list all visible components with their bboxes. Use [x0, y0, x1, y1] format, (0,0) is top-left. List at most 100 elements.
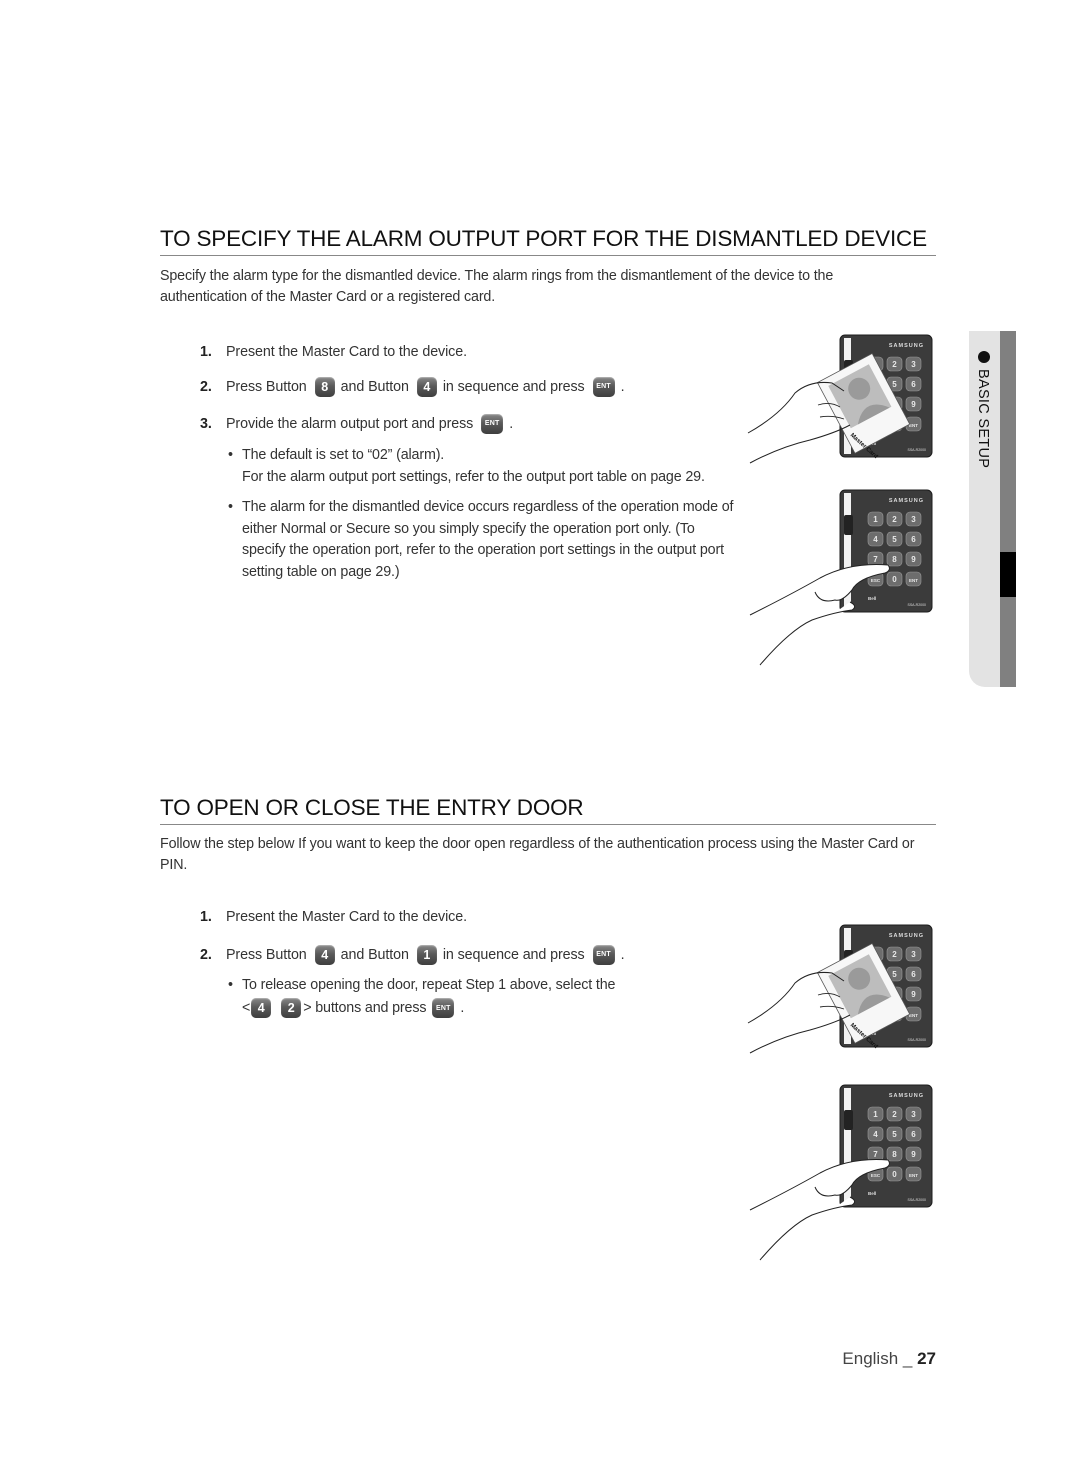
page-number: 27: [917, 1349, 936, 1368]
keypad-key-label: 8: [892, 555, 897, 564]
step-text: in sequence and press: [442, 947, 585, 963]
keypad-key-label: 1: [873, 515, 878, 524]
step-number: 3.: [200, 416, 212, 432]
side-tab-position-marker: [1000, 552, 1016, 597]
note-text: For the alarm output port settings, refe…: [242, 468, 705, 485]
keypad-key-label: ENT: [909, 578, 918, 583]
note-dismantled-alarm: • The alarm for the dismantled device oc…: [228, 497, 738, 583]
step-3: 3. Provide the alarm output port and pre…: [200, 413, 517, 435]
key-ent-icon: ENT: [432, 998, 455, 1019]
bullet-dot-icon: [978, 351, 990, 363]
footer-language: English _: [842, 1349, 918, 1368]
step-text: Present the Master Card to the device.: [226, 909, 467, 925]
keypad-key-label: 4: [873, 535, 878, 544]
key-ent-icon: ENT: [592, 945, 615, 965]
bullet-icon: •: [228, 447, 233, 463]
note-text: The default is set to “02” (alarm).: [242, 447, 445, 463]
step-2: 2. Press Button 8 and Button 4 in sequen…: [200, 376, 628, 398]
key-1-icon: 1: [416, 945, 437, 965]
note-text: .: [460, 999, 465, 1016]
keypad-key-label: ENT: [909, 423, 918, 428]
brand-logo: SAMSUNG: [889, 933, 924, 939]
key-8-icon: 8: [314, 377, 335, 397]
keypad-key-label: 0: [892, 1170, 897, 1179]
keypad-key-label: 5: [892, 535, 897, 544]
keypad-key-label: 2: [892, 515, 897, 524]
keypad-key-label: 9: [911, 555, 916, 564]
section-title-entry-door: TO OPEN OR CLOSE THE ENTRY DOOR: [160, 795, 936, 825]
step-text: Press Button: [226, 379, 307, 395]
keypad-key-label: 0: [892, 575, 897, 584]
side-tab-label: BASIC SETUP: [975, 369, 991, 469]
device-sensor: [844, 1110, 853, 1130]
brand-logo: SAMSUNG: [889, 343, 924, 349]
section-intro-entry-door: Follow the step below If you want to kee…: [160, 836, 915, 873]
keypad-key-label: 7: [873, 1150, 878, 1159]
step-text: Present the Master Card to the device.: [226, 344, 467, 360]
keypad-key-label: ESC: [871, 1173, 881, 1178]
illustration-press-key-2: SAMSUNG 1 2 3 4 5 6 7 8 9 ESC 0 ENT Bell SSA-R2000: [749, 1084, 933, 1261]
bullet-icon: •: [228, 499, 233, 515]
illustration-present-card-1: SAMSUNG123456789ESC0ENTBellSSA-R2000Mast…: [747, 334, 933, 464]
keypad-key-label: 5: [892, 970, 897, 979]
keypad-key-label: 9: [911, 400, 916, 409]
device-group: SAMSUNG 1 2 3 4 5 6 7 8 9 ESC 0 ENT Bell SSA-R2000: [749, 489, 933, 666]
illustration-present-card-2: SAMSUNG123456789ESC0ENTBellSSA-R2000Mast…: [747, 924, 933, 1054]
note-release-door: • To release opening the door, repeat St…: [228, 975, 708, 1019]
keypad-key-label: 3: [911, 950, 916, 959]
model-label: SSA-R2000: [908, 603, 927, 607]
section-intro-alarm-output: Specify the alarm type for the dismantle…: [160, 268, 834, 305]
model-label: SSA-R2000: [908, 1038, 927, 1042]
step-text: Provide the alarm output port and press: [226, 416, 474, 432]
keypad-key-label: 3: [911, 360, 916, 369]
device-group: SAMSUNG123456789ESC0ENTBellSSA-R2000Mast…: [747, 924, 933, 1054]
device-group: SAMSUNG 1 2 3 4 5 6 7 8 9 ESC 0 ENT Bell SSA-R2000: [749, 1084, 933, 1261]
note-keys-line: < 4 2 > buttons and press ENT .: [228, 998, 708, 1020]
keypad-key-label: 6: [911, 535, 916, 544]
step-text: .: [509, 416, 514, 432]
page-footer: English _ 27: [842, 1349, 936, 1369]
bell-label: Bell: [868, 1191, 876, 1196]
step-number: 1.: [200, 344, 212, 360]
keypad-key-label: 2: [892, 1110, 897, 1119]
device-group: SAMSUNG123456789ESC0ENTBellSSA-R2000Mast…: [747, 334, 933, 464]
keypad-key-label: 3: [911, 1110, 916, 1119]
note-text: To release opening the door, repeat Step…: [242, 977, 616, 993]
device-body: [839, 1084, 933, 1208]
keypad-key-label: ESC: [871, 578, 881, 583]
key-4-icon: 4: [416, 377, 437, 397]
key-4-icon: 4: [314, 945, 335, 965]
step-text: Press Button: [226, 947, 307, 963]
keypad-key-label: 2: [892, 360, 897, 369]
key-4-icon: 4: [251, 998, 272, 1019]
note-text: The alarm for the dismantled device occu…: [242, 499, 734, 580]
step-number: 1.: [200, 909, 212, 925]
section-title-alarm-output: TO SPECIFY THE ALARM OUTPUT PORT FOR THE…: [160, 226, 936, 256]
keypad-key-label: ENT: [909, 1013, 918, 1018]
model-label: SSA-R2000: [908, 448, 927, 452]
step-1: 1. Present the Master Card to the device…: [200, 341, 471, 363]
key-ent-icon: ENT: [481, 414, 504, 434]
brand-logo: SAMSUNG: [889, 498, 924, 504]
model-label: SSA-R2000: [908, 1198, 927, 1202]
note-default-port: • The default is set to “02” (alarm). Fo…: [228, 445, 728, 488]
keypad-key-label: 9: [911, 1150, 916, 1159]
keypad-key-label: 7: [873, 555, 878, 564]
keypad-key-label: 6: [911, 380, 916, 389]
keypad-key-label: ENT: [909, 1173, 918, 1178]
device-sensor: [844, 515, 853, 535]
note-text: <: [242, 999, 251, 1016]
keypad-key-label: 4: [873, 1130, 878, 1139]
device-body: [839, 489, 933, 613]
key-2-icon: 2: [281, 998, 302, 1019]
bell-label: Bell: [868, 596, 876, 601]
keypad-key-label: 3: [911, 515, 916, 524]
keypad-key-label: 2: [892, 950, 897, 959]
step-text: in sequence and press: [442, 379, 585, 395]
keypad-key-label: 6: [911, 970, 916, 979]
chapter-side-tab: BASIC SETUP: [969, 331, 1016, 687]
illustration-press-key-1: SAMSUNG 1 2 3 4 5 6 7 8 9 ESC 0 ENT Bell SSA-R2000: [749, 489, 933, 666]
brand-logo: SAMSUNG: [889, 1093, 924, 1099]
note-text: > buttons and press: [303, 999, 427, 1016]
step-number: 2.: [200, 947, 212, 963]
